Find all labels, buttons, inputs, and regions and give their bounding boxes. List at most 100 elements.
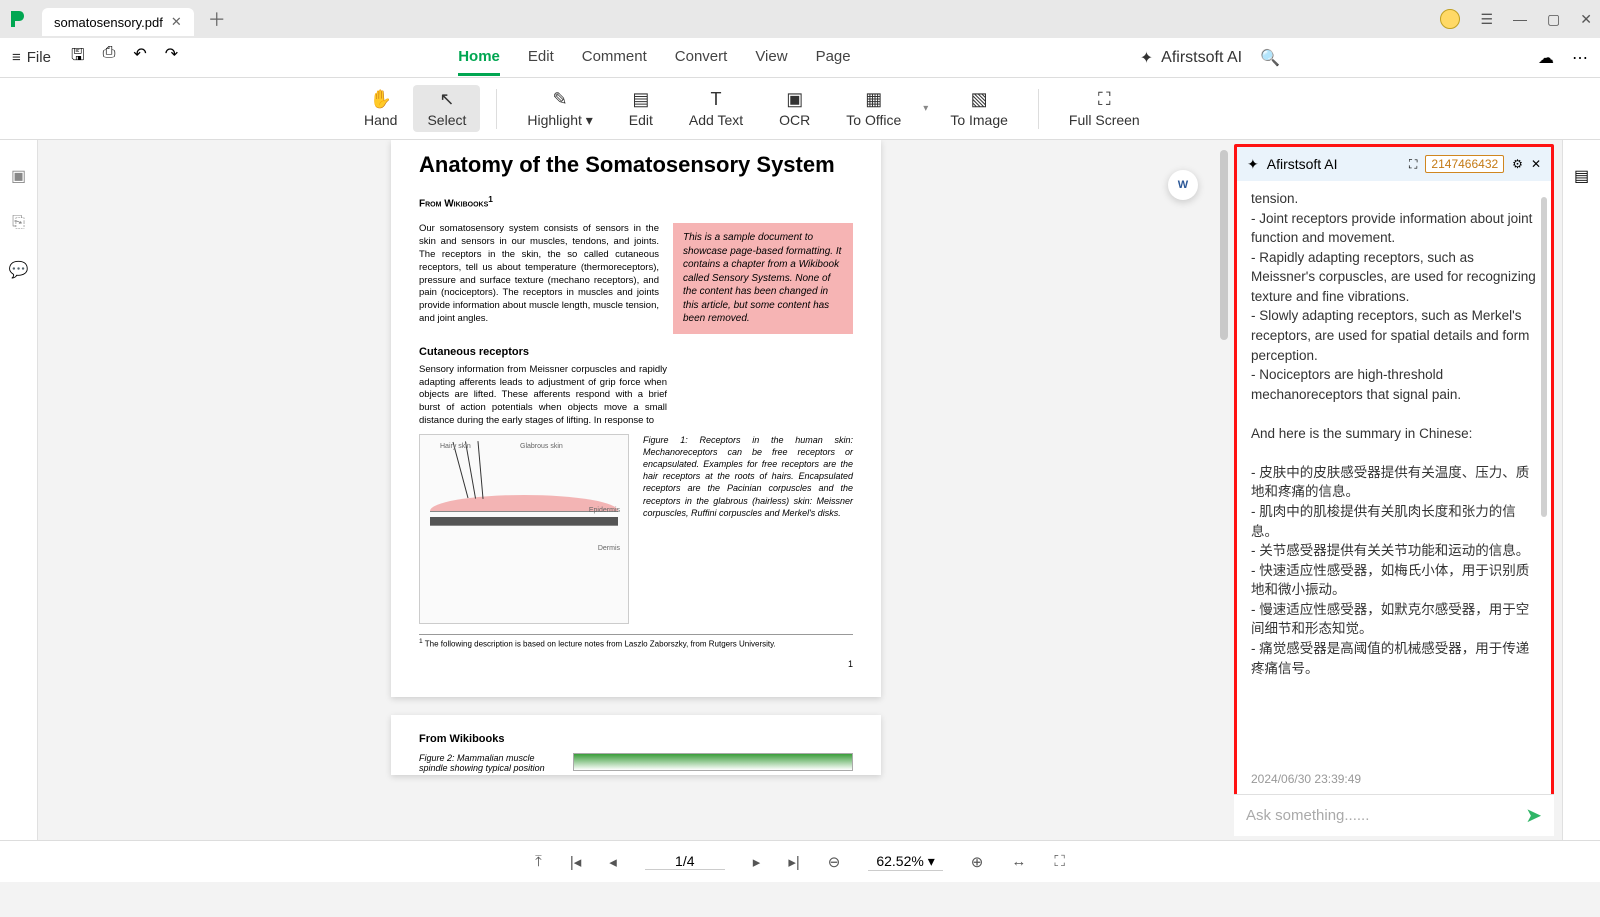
hand-label: Hand	[364, 112, 397, 128]
add-text-tool[interactable]: TAdd Text	[675, 85, 757, 132]
text-icon: T	[711, 89, 722, 110]
edit-tool[interactable]: ▤ Edit	[615, 85, 667, 132]
prev-page-icon[interactable]: ◂	[609, 853, 617, 871]
tab-edit[interactable]: Edit	[528, 40, 554, 76]
ai-text: - 快速适应性感受器，如梅氏小体，用于识别质地和微小振动。	[1251, 561, 1537, 600]
tab-page[interactable]: Page	[816, 40, 851, 76]
highlight-icon: ✎	[553, 89, 568, 110]
fit-page-icon[interactable]: ⛶	[1054, 853, 1065, 870]
search-icon[interactable]: 🔍	[1260, 48, 1280, 68]
callout-box: This is a sample document to showcase pa…	[673, 223, 853, 334]
maximize-icon[interactable]: ▢	[1547, 11, 1560, 28]
ai-panel-header: ✦ Afirstsoft AI ⛶ 2147466432 ⚙ ✕	[1237, 147, 1551, 181]
figure-2-image	[573, 753, 853, 771]
ai-input[interactable]: Ask something......	[1246, 807, 1369, 824]
save-icon[interactable]: 🖫	[71, 44, 85, 71]
body-para-2: Sensory information from Meissner corpus…	[419, 364, 667, 428]
zoom-in-icon[interactable]: ⊕	[971, 853, 984, 871]
page-counter-input[interactable]	[645, 853, 725, 870]
first-page-icon[interactable]: ⤒	[535, 853, 542, 870]
thumbnail-icon[interactable]: ▣	[11, 166, 26, 186]
send-icon[interactable]: ➤	[1525, 803, 1542, 828]
tab-view[interactable]: View	[755, 40, 787, 76]
to-office-label: To Office	[846, 112, 901, 128]
subheading: Cutaneous receptors	[419, 346, 853, 358]
redo-icon[interactable]: ↷	[165, 44, 178, 71]
ai-text: - 慢速适应性感受器，如默克尔感受器，用于空间细节和形态知觉。	[1251, 600, 1537, 639]
main-area: ▣ ⎘ 💬 W Anatomy of the Somatosensory Sys…	[0, 140, 1600, 840]
more-icon[interactable]: ⋯	[1572, 48, 1588, 68]
hamburger-small-icon: ≡	[12, 49, 21, 66]
edit-label: Edit	[629, 112, 653, 128]
close-window-icon[interactable]: ✕	[1580, 11, 1592, 28]
full-screen-tool[interactable]: ⛶ Full Screen	[1055, 85, 1154, 132]
ai-text: - Joint receptors provide information ab…	[1251, 209, 1537, 248]
hand-tool[interactable]: ✋ Hand	[350, 85, 411, 132]
fit-width-icon[interactable]: ↔	[1011, 853, 1026, 870]
next-set-icon[interactable]: ▸|	[788, 853, 799, 871]
minimize-icon[interactable]: —	[1513, 11, 1527, 27]
hamburger-icon[interactable]: ☰	[1480, 11, 1493, 28]
figure-1-image: Epidermis Dermis Hairy skin Glabrous ski…	[419, 434, 629, 624]
ai-response: tension. - Joint receptors provide infor…	[1237, 181, 1551, 772]
outline-icon[interactable]: ▤	[1574, 166, 1589, 186]
expand-icon[interactable]: ⛶	[1409, 157, 1417, 172]
ai-timestamp: 2024/06/30 23:39:49	[1237, 772, 1551, 794]
settings-icon[interactable]: ⚙	[1512, 157, 1523, 171]
document-viewer[interactable]: W Anatomy of the Somatosensory System Fr…	[38, 140, 1234, 840]
ai-session-id: 2147466432	[1425, 155, 1504, 173]
close-panel-icon[interactable]: ✕	[1531, 157, 1541, 171]
comments-icon[interactable]: 💬	[9, 260, 29, 280]
ai-input-row: Ask something...... ➤	[1234, 794, 1554, 836]
cursor-icon: ↖	[439, 89, 454, 110]
close-tab-icon[interactable]: ✕	[171, 14, 182, 30]
new-tab-button[interactable]: ＋	[208, 6, 226, 32]
tab-home[interactable]: Home	[458, 40, 500, 76]
to-office-tool[interactable]: ▦To Office	[832, 85, 915, 132]
scrollbar[interactable]	[1220, 150, 1228, 340]
highlight-label: Highlight	[527, 112, 581, 128]
bookmark-icon[interactable]: ⎘	[12, 214, 25, 232]
ocr-label: OCR	[779, 112, 810, 128]
ocr-tool[interactable]: ▣OCR	[765, 85, 824, 132]
document-tab[interactable]: somatosensory.pdf ✕	[42, 8, 194, 36]
ai-text: - 痛觉感受器是高阈值的机械感受器，用于传递疼痛信号。	[1251, 639, 1537, 678]
select-tool[interactable]: ↖Select	[413, 85, 480, 132]
fullscreen-icon: ⛶	[1098, 89, 1111, 110]
ai-text: - 皮肤中的皮肤感受器提供有关温度、压力、质地和疼痛的信息。	[1251, 463, 1537, 502]
sparkle-icon: ✦	[1140, 48, 1153, 68]
to-image-tool[interactable]: ▧To Image	[936, 85, 1022, 132]
highlight-tool[interactable]: ✎Highlight ▾	[513, 85, 606, 133]
dropdown-icon[interactable]: ▾	[923, 103, 928, 114]
app-logo	[8, 9, 28, 29]
next-page-icon[interactable]: ▸	[753, 853, 761, 871]
user-avatar[interactable]	[1440, 9, 1460, 29]
menu-tabs: Home Edit Comment Convert View Page	[458, 40, 850, 76]
file-menu[interactable]: ≡ File	[12, 49, 51, 66]
page-number: 1	[419, 659, 853, 669]
ai-scrollbar[interactable]	[1541, 197, 1547, 517]
footnote: 1 The following description is based on …	[419, 634, 853, 649]
body-para-1: Our somatosensory system consists of sen…	[419, 223, 659, 334]
prev-set-icon[interactable]: |◂	[570, 853, 581, 871]
file-label: File	[27, 49, 51, 66]
undo-icon[interactable]: ↶	[133, 44, 146, 71]
menubar: ≡ File 🖫 ⎙ ↶ ↷ Home Edit Comment Convert…	[0, 38, 1600, 78]
hand-icon: ✋	[370, 89, 392, 110]
ai-panel-title: Afirstsoft AI	[1267, 156, 1338, 172]
print-icon[interactable]: ⎙	[103, 44, 116, 71]
separator	[496, 89, 497, 129]
edit-icon: ▤	[632, 89, 649, 110]
ai-text: - Nociceptors are high-threshold mechano…	[1251, 365, 1537, 404]
left-sidebar: ▣ ⎘ 💬	[0, 140, 38, 840]
cloud-icon[interactable]: ☁	[1538, 48, 1554, 68]
zoom-value[interactable]: 62.52% ▾	[868, 853, 942, 871]
zoom-out-icon[interactable]: ⊖	[828, 853, 841, 871]
word-export-button[interactable]: W	[1168, 170, 1198, 200]
ai-brand-button[interactable]: ✦ Afirstsoft AI	[1140, 48, 1242, 68]
tab-convert[interactable]: Convert	[675, 40, 728, 76]
full-screen-label: Full Screen	[1069, 112, 1140, 128]
tab-comment[interactable]: Comment	[582, 40, 647, 76]
right-sidebar: ▤	[1562, 140, 1600, 840]
tab-title: somatosensory.pdf	[54, 15, 163, 30]
